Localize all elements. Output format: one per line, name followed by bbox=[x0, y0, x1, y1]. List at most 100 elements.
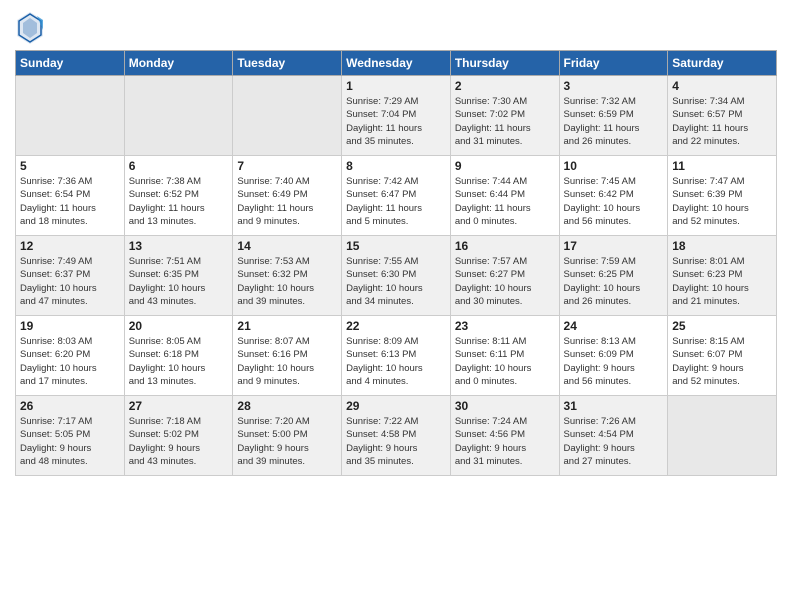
day-info: Sunrise: 7:17 AM Sunset: 5:05 PM Dayligh… bbox=[20, 415, 120, 468]
calendar-cell: 19 Sunrise: 8:03 AM Sunset: 6:20 PM Dayli… bbox=[16, 316, 125, 396]
calendar-cell bbox=[233, 76, 342, 156]
calendar-cell: 10 Sunrise: 7:45 AM Sunset: 6:42 PM Dayli… bbox=[559, 156, 668, 236]
weekday-header: Friday bbox=[559, 51, 668, 76]
calendar-cell: 30 Sunrise: 7:24 AM Sunset: 4:56 PM Dayli… bbox=[450, 396, 559, 476]
day-number: 27 bbox=[129, 399, 229, 413]
day-info: Sunrise: 7:29 AM Sunset: 7:04 PM Dayligh… bbox=[346, 95, 446, 148]
calendar-cell: 11 Sunrise: 7:47 AM Sunset: 6:39 PM Dayli… bbox=[668, 156, 777, 236]
day-info: Sunrise: 7:57 AM Sunset: 6:27 PM Dayligh… bbox=[455, 255, 555, 308]
day-number: 18 bbox=[672, 239, 772, 253]
calendar-week-row: 12 Sunrise: 7:49 AM Sunset: 6:37 PM Dayli… bbox=[16, 236, 777, 316]
day-number: 12 bbox=[20, 239, 120, 253]
day-info: Sunrise: 7:47 AM Sunset: 6:39 PM Dayligh… bbox=[672, 175, 772, 228]
calendar-cell: 24 Sunrise: 8:13 AM Sunset: 6:09 PM Dayli… bbox=[559, 316, 668, 396]
weekday-header: Thursday bbox=[450, 51, 559, 76]
calendar-cell: 27 Sunrise: 7:18 AM Sunset: 5:02 PM Dayli… bbox=[124, 396, 233, 476]
day-number: 15 bbox=[346, 239, 446, 253]
calendar-cell: 6 Sunrise: 7:38 AM Sunset: 6:52 PM Daylig… bbox=[124, 156, 233, 236]
calendar-cell: 14 Sunrise: 7:53 AM Sunset: 6:32 PM Dayli… bbox=[233, 236, 342, 316]
day-info: Sunrise: 7:22 AM Sunset: 4:58 PM Dayligh… bbox=[346, 415, 446, 468]
calendar-cell: 26 Sunrise: 7:17 AM Sunset: 5:05 PM Dayli… bbox=[16, 396, 125, 476]
calendar-week-row: 19 Sunrise: 8:03 AM Sunset: 6:20 PM Dayli… bbox=[16, 316, 777, 396]
day-number: 2 bbox=[455, 79, 555, 93]
day-info: Sunrise: 7:55 AM Sunset: 6:30 PM Dayligh… bbox=[346, 255, 446, 308]
day-number: 11 bbox=[672, 159, 772, 173]
day-number: 14 bbox=[237, 239, 337, 253]
day-number: 6 bbox=[129, 159, 229, 173]
day-number: 7 bbox=[237, 159, 337, 173]
calendar-cell: 22Sunrise: 8:09 AM Sunset: 6:13 PM Dayli… bbox=[342, 316, 451, 396]
header bbox=[15, 10, 777, 46]
day-number: 23 bbox=[455, 319, 555, 333]
day-number: 10 bbox=[564, 159, 664, 173]
calendar-week-row: 26 Sunrise: 7:17 AM Sunset: 5:05 PM Dayli… bbox=[16, 396, 777, 476]
weekday-header: Sunday bbox=[16, 51, 125, 76]
day-info: Sunrise: 7:51 AM Sunset: 6:35 PM Dayligh… bbox=[129, 255, 229, 308]
page: SundayMondayTuesdayWednesdayThursdayFrid… bbox=[0, 0, 792, 486]
day-number: 31 bbox=[564, 399, 664, 413]
calendar-cell: 15 Sunrise: 7:55 AM Sunset: 6:30 PM Dayli… bbox=[342, 236, 451, 316]
calendar-cell bbox=[124, 76, 233, 156]
day-number: 17 bbox=[564, 239, 664, 253]
weekday-header: Monday bbox=[124, 51, 233, 76]
day-info: Sunrise: 7:18 AM Sunset: 5:02 PM Dayligh… bbox=[129, 415, 229, 468]
day-info: Sunrise: 8:01 AM Sunset: 6:23 PM Dayligh… bbox=[672, 255, 772, 308]
day-info: Sunrise: 7:36 AM Sunset: 6:54 PM Dayligh… bbox=[20, 175, 120, 228]
weekday-header: Tuesday bbox=[233, 51, 342, 76]
calendar: SundayMondayTuesdayWednesdayThursdayFrid… bbox=[15, 50, 777, 476]
day-number: 29 bbox=[346, 399, 446, 413]
calendar-cell bbox=[668, 396, 777, 476]
calendar-cell: 5Sunrise: 7:36 AM Sunset: 6:54 PM Daylig… bbox=[16, 156, 125, 236]
calendar-cell: 17 Sunrise: 7:59 AM Sunset: 6:25 PM Dayli… bbox=[559, 236, 668, 316]
calendar-cell: 25 Sunrise: 8:15 AM Sunset: 6:07 PM Dayli… bbox=[668, 316, 777, 396]
day-number: 19 bbox=[20, 319, 120, 333]
day-info: Sunrise: 7:38 AM Sunset: 6:52 PM Dayligh… bbox=[129, 175, 229, 228]
calendar-cell: 20 Sunrise: 8:05 AM Sunset: 6:18 PM Dayli… bbox=[124, 316, 233, 396]
day-info: Sunrise: 7:20 AM Sunset: 5:00 PM Dayligh… bbox=[237, 415, 337, 468]
calendar-cell: 1Sunrise: 7:29 AM Sunset: 7:04 PM Daylig… bbox=[342, 76, 451, 156]
logo bbox=[15, 10, 45, 46]
day-info: Sunrise: 7:32 AM Sunset: 6:59 PM Dayligh… bbox=[564, 95, 664, 148]
day-info: Sunrise: 8:09 AM Sunset: 6:13 PM Dayligh… bbox=[346, 335, 446, 388]
calendar-cell: 2 Sunrise: 7:30 AM Sunset: 7:02 PM Daylig… bbox=[450, 76, 559, 156]
day-number: 20 bbox=[129, 319, 229, 333]
day-info: Sunrise: 8:15 AM Sunset: 6:07 PM Dayligh… bbox=[672, 335, 772, 388]
day-number: 21 bbox=[237, 319, 337, 333]
day-number: 24 bbox=[564, 319, 664, 333]
day-info: Sunrise: 8:13 AM Sunset: 6:09 PM Dayligh… bbox=[564, 335, 664, 388]
day-info: Sunrise: 8:05 AM Sunset: 6:18 PM Dayligh… bbox=[129, 335, 229, 388]
calendar-cell: 18 Sunrise: 8:01 AM Sunset: 6:23 PM Dayli… bbox=[668, 236, 777, 316]
calendar-cell: 29 Sunrise: 7:22 AM Sunset: 4:58 PM Dayli… bbox=[342, 396, 451, 476]
day-info: Sunrise: 7:59 AM Sunset: 6:25 PM Dayligh… bbox=[564, 255, 664, 308]
day-number: 9 bbox=[455, 159, 555, 173]
calendar-week-row: 1Sunrise: 7:29 AM Sunset: 7:04 PM Daylig… bbox=[16, 76, 777, 156]
day-info: Sunrise: 7:30 AM Sunset: 7:02 PM Dayligh… bbox=[455, 95, 555, 148]
day-info: Sunrise: 7:34 AM Sunset: 6:57 PM Dayligh… bbox=[672, 95, 772, 148]
calendar-cell: 16 Sunrise: 7:57 AM Sunset: 6:27 PM Dayli… bbox=[450, 236, 559, 316]
calendar-week-row: 5Sunrise: 7:36 AM Sunset: 6:54 PM Daylig… bbox=[16, 156, 777, 236]
day-number: 16 bbox=[455, 239, 555, 253]
day-info: Sunrise: 7:24 AM Sunset: 4:56 PM Dayligh… bbox=[455, 415, 555, 468]
calendar-cell: 12 Sunrise: 7:49 AM Sunset: 6:37 PM Dayli… bbox=[16, 236, 125, 316]
day-info: Sunrise: 8:03 AM Sunset: 6:20 PM Dayligh… bbox=[20, 335, 120, 388]
day-info: Sunrise: 7:40 AM Sunset: 6:49 PM Dayligh… bbox=[237, 175, 337, 228]
day-info: Sunrise: 7:53 AM Sunset: 6:32 PM Dayligh… bbox=[237, 255, 337, 308]
calendar-cell: 3 Sunrise: 7:32 AM Sunset: 6:59 PM Daylig… bbox=[559, 76, 668, 156]
weekday-header-row: SundayMondayTuesdayWednesdayThursdayFrid… bbox=[16, 51, 777, 76]
calendar-cell: 8Sunrise: 7:42 AM Sunset: 6:47 PM Daylig… bbox=[342, 156, 451, 236]
day-info: Sunrise: 7:45 AM Sunset: 6:42 PM Dayligh… bbox=[564, 175, 664, 228]
day-info: Sunrise: 8:07 AM Sunset: 6:16 PM Dayligh… bbox=[237, 335, 337, 388]
logo-icon bbox=[15, 10, 45, 46]
day-number: 25 bbox=[672, 319, 772, 333]
day-number: 26 bbox=[20, 399, 120, 413]
day-number: 13 bbox=[129, 239, 229, 253]
day-number: 3 bbox=[564, 79, 664, 93]
calendar-cell: 23Sunrise: 8:11 AM Sunset: 6:11 PM Dayli… bbox=[450, 316, 559, 396]
day-info: Sunrise: 7:49 AM Sunset: 6:37 PM Dayligh… bbox=[20, 255, 120, 308]
day-number: 28 bbox=[237, 399, 337, 413]
calendar-cell: 7 Sunrise: 7:40 AM Sunset: 6:49 PM Daylig… bbox=[233, 156, 342, 236]
weekday-header: Saturday bbox=[668, 51, 777, 76]
day-number: 8 bbox=[346, 159, 446, 173]
calendar-cell: 13 Sunrise: 7:51 AM Sunset: 6:35 PM Dayli… bbox=[124, 236, 233, 316]
day-number: 30 bbox=[455, 399, 555, 413]
